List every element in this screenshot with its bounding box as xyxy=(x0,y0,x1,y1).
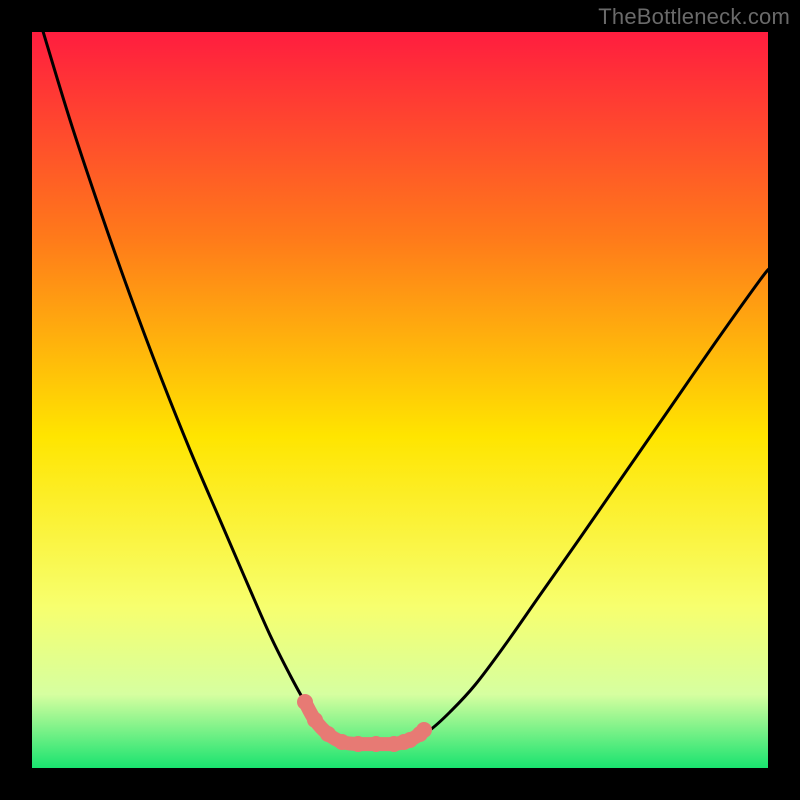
bottleneck-chart xyxy=(0,0,800,800)
highlight-dot xyxy=(350,736,366,752)
highlight-dot xyxy=(307,712,323,728)
highlight-dot xyxy=(334,734,350,750)
highlight-dot xyxy=(368,736,384,752)
highlight-dot xyxy=(297,694,313,710)
chart-frame: { "watermark": "TheBottleneck.com", "col… xyxy=(0,0,800,800)
plot-background xyxy=(32,32,768,768)
highlight-dot xyxy=(412,726,428,742)
watermark-text: TheBottleneck.com xyxy=(598,4,790,30)
highlight-dot xyxy=(320,726,336,742)
highlight-dot xyxy=(396,734,412,750)
